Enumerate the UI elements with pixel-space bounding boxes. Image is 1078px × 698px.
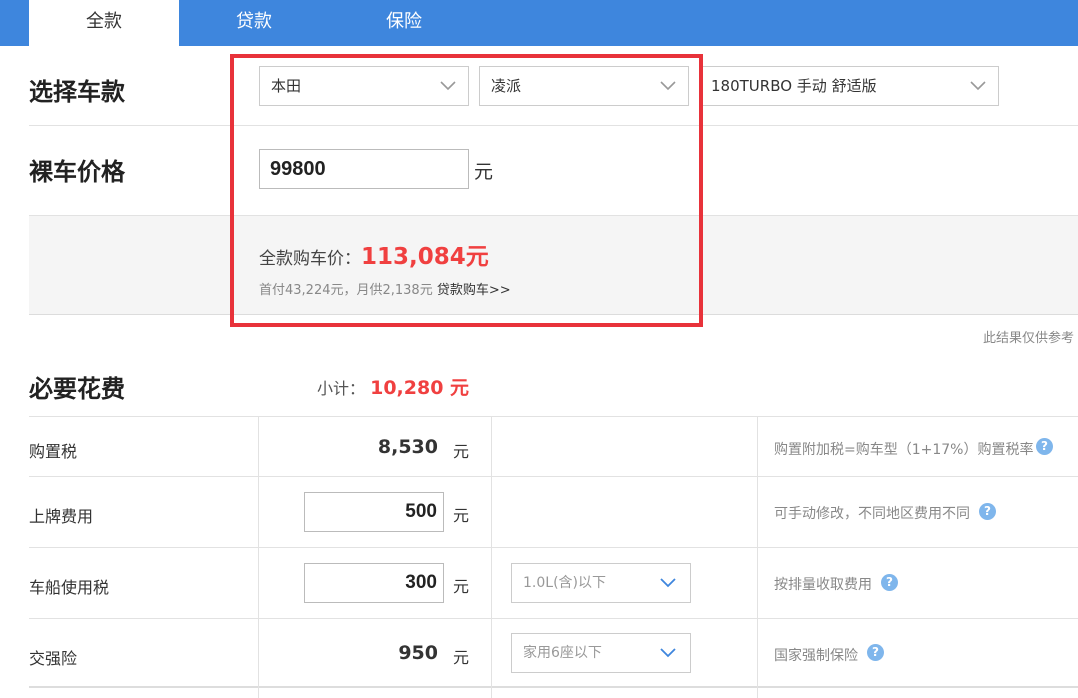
purchase-tax-label: 购置税 [29,442,78,461]
compulsory-insurance-value: 950 [398,642,438,664]
question-circle-icon[interactable]: ? [1036,438,1053,455]
plate-fee-unit: 元 [453,506,470,525]
compulsory-insurance-label: 交强险 [29,649,78,668]
table-column-divider [491,416,492,698]
plate-fee-input[interactable] [304,492,444,532]
vehicle-tax-input[interactable] [304,563,444,603]
tab-loan[interactable]: 贷款 [179,0,329,46]
disclaimer: 此结果仅供参考 [982,331,1074,346]
select-car-title: 选择车款 [29,78,125,106]
table-column-divider [258,416,259,698]
table-divider [29,416,1078,417]
purchase-tax-note: 购置附加税=购车型（1+17%）购置税率 [774,442,1034,458]
question-circle-icon[interactable]: ? [881,574,898,591]
table-divider [29,686,1078,688]
bare-price-title: 裸车价格 [29,158,125,186]
question-circle-icon[interactable]: ? [867,644,884,661]
purchase-tax-unit: 元 [453,442,470,461]
displacement-select-value: 1.0L(含)以下 [523,575,606,591]
highlight-box [230,54,703,327]
seat-type-select[interactable]: 家用6座以下 [511,633,691,673]
tab-bar: 全款 贷款 保险 [0,0,1078,46]
compulsory-insurance-note: 国家强制保险 [774,648,858,664]
vehicle-tax-unit: 元 [453,577,470,596]
seat-type-select-value: 家用6座以下 [523,645,602,661]
displacement-select[interactable]: 1.0L(含)以下 [511,563,691,603]
tab-full-payment[interactable]: 全款 [29,0,179,46]
plate-fee-note: 可手动修改，不同地区费用不同 [774,506,970,522]
trim-select[interactable]: 180TURBO 手动 舒适版 [699,66,999,106]
table-divider [29,476,1078,477]
plate-fee-label: 上牌费用 [29,507,94,526]
subtotal-value: 10,280 元 [370,377,470,399]
table-column-divider [757,416,758,698]
purchase-tax-value: 8,530 [377,436,438,458]
question-circle-icon[interactable]: ? [979,503,996,520]
chevron-down-icon [970,81,986,91]
tab-insurance[interactable]: 保险 [329,0,479,46]
chevron-down-icon [660,578,676,588]
chevron-down-icon [660,648,676,658]
trim-select-value: 180TURBO 手动 舒适版 [711,77,877,95]
table-divider [29,547,1078,548]
vehicle-tax-note: 按排量收取费用 [774,577,872,593]
subtotal-row: 小计： 10,280 元 [317,373,469,400]
subtotal-label: 小计： [317,379,366,398]
table-divider [29,618,1078,619]
vehicle-tax-label: 车船使用税 [29,578,110,597]
compulsory-insurance-unit: 元 [453,648,470,667]
required-costs-title: 必要花费 [29,375,125,403]
